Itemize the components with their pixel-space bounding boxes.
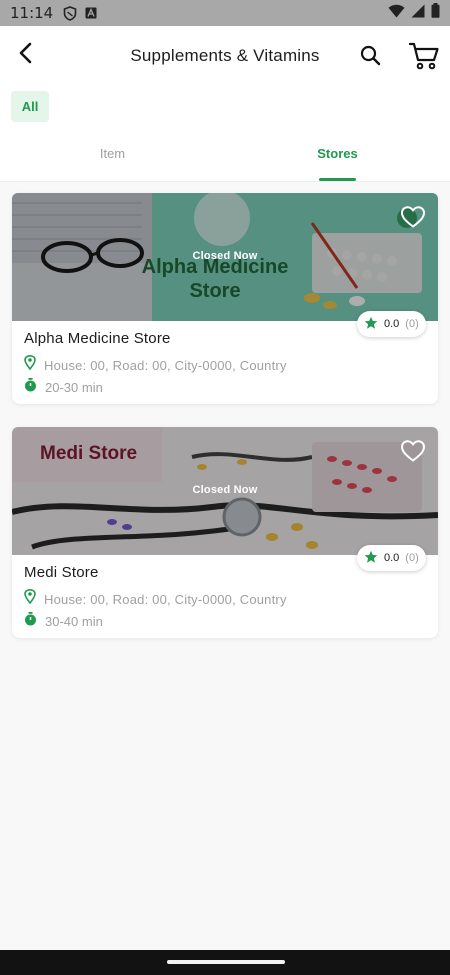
search-button[interactable] [358,43,384,69]
battery-icon [431,3,440,23]
rating-value: 0.0 [384,318,400,330]
system-nav-bar [0,950,450,975]
status-bar: 11:14 [0,0,450,26]
tab-bar: Item Stores [0,132,450,182]
status-time: 11:14 [10,4,54,22]
favorite-button[interactable] [400,205,426,229]
cart-icon [408,42,440,75]
store-address-row: House: 00, Road: 00, City-0000, Country [24,588,287,609]
favorite-button[interactable] [400,439,426,463]
timer-icon [24,612,37,631]
signal-icon [411,4,425,23]
closed-status-label: Closed Now [192,484,258,496]
home-indicator[interactable] [167,960,285,964]
rating-badge: 0.0 (0) [357,545,426,571]
tab-active-indicator [319,178,356,181]
store-name: Medi Store [24,564,99,581]
rating-badge: 0.0 (0) [357,311,426,337]
app-bar: Supplements & Vitamins [0,26,450,86]
store-address: House: 00, Road: 00, City-0000, Country [44,357,287,373]
store-card[interactable]: Alpha Medicine Store Closed Now 0.0 (0) … [12,193,438,404]
a-badge-icon [85,7,97,19]
wifi-icon [388,4,405,23]
closed-status-label: Closed Now [192,250,258,262]
store-card[interactable]: Medi Store Closed Now 0.0 (0) Medi Store… [12,427,438,638]
tab-item[interactable]: Item [0,132,225,182]
delivery-time: 20-30 min [45,380,103,395]
store-banner-image: Medi Store Closed Now [12,427,438,555]
store-address: House: 00, Road: 00, City-0000, Country [44,591,287,607]
location-pin-icon [24,354,36,375]
filter-bar: All [0,86,450,132]
rating-value: 0.0 [384,552,400,564]
star-icon [364,316,378,333]
timer-icon [24,378,37,397]
rating-count: (0) [405,552,419,564]
delivery-time: 30-40 min [45,614,103,629]
location-pin-icon [24,588,36,609]
tab-stores[interactable]: Stores [225,132,450,182]
store-address-row: House: 00, Road: 00, City-0000, Country [24,354,287,375]
rating-count: (0) [405,318,419,330]
filter-chip-all[interactable]: All [11,91,49,122]
cart-button[interactable] [408,41,440,71]
shield-icon [63,5,77,21]
delivery-time-row: 30-40 min [24,612,103,631]
star-icon [364,550,378,567]
store-banner-image: Alpha Medicine Store Closed Now [12,193,438,321]
store-name: Alpha Medicine Store [24,330,171,347]
delivery-time-row: 20-30 min [24,378,103,397]
search-icon [358,45,384,73]
